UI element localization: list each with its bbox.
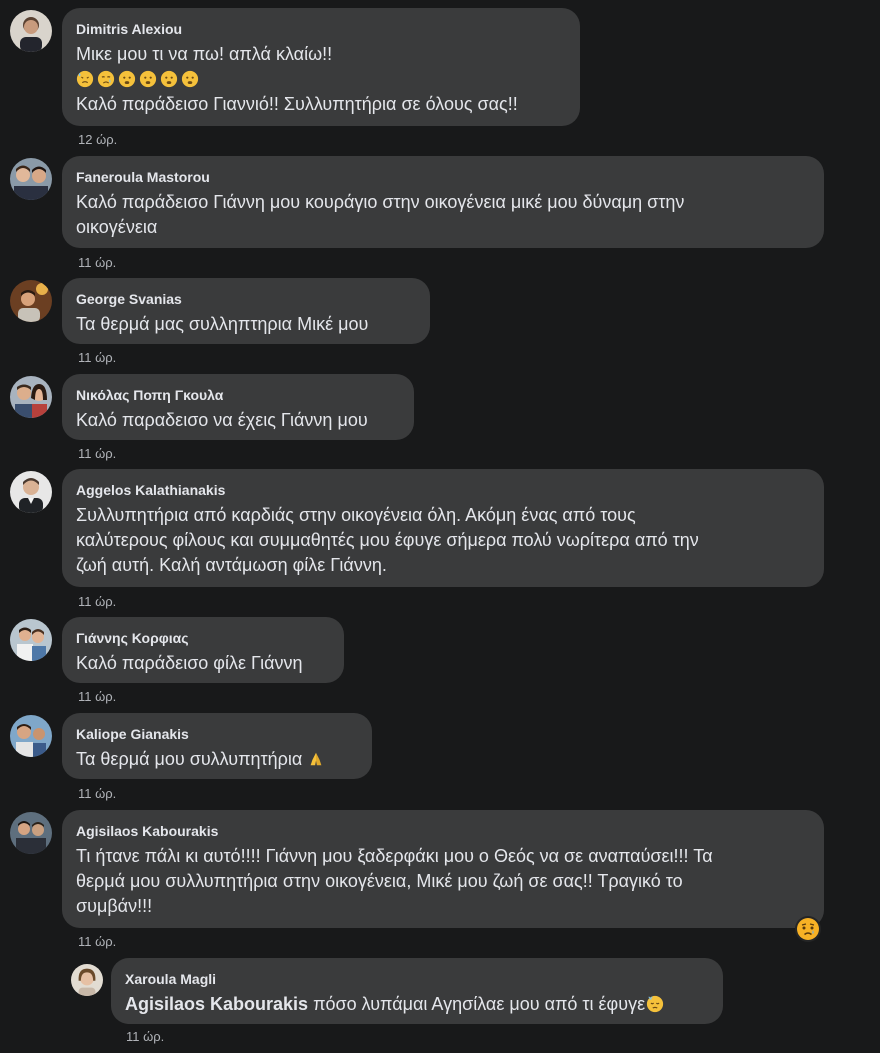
anguished-face-icon	[139, 70, 157, 88]
comment-author[interactable]: Agisilaos Kabourakis	[76, 822, 810, 840]
avatar[interactable]	[10, 715, 52, 757]
reply-line-text: πόσο λυπάμαι Αγησίλαε μου από τι έφυγε	[313, 994, 646, 1014]
comment-text: Τι ήτανε πάλι κι αυτό!!!! Γιάννη μου ξαδ…	[76, 844, 810, 919]
comment-bubble: Faneroula Mastorou Καλό παράδεισο Γιάννη…	[62, 156, 824, 248]
comment-author[interactable]: Aggelos Kalathianakis	[76, 481, 810, 499]
reply-bubble: Xaroula Magli Agisilaos Kabourakis πόσο …	[111, 958, 723, 1024]
comment-bubble: Agisilaos Kabourakis Τι ήτανε πάλι κι αυ…	[62, 810, 824, 928]
comment-timestamp[interactable]: 11 ώρ.	[78, 350, 116, 366]
comment-line: Καλό παράδεισο Γιαννιό!! Συλλυπητήρια σε…	[76, 94, 518, 114]
comment-author[interactable]: Νικόλας Ποπη Γκουλα	[76, 386, 400, 404]
mention-link[interactable]: Agisilaos Kabourakis	[125, 994, 308, 1014]
comment-text: Καλό παραδεισο να έχεις Γιάννη μου	[76, 408, 400, 433]
avatar[interactable]	[10, 10, 52, 52]
comment-thread: Dimitris Alexiou Μικε μου τι να πω! απλά…	[0, 0, 880, 1053]
avatar[interactable]	[10, 158, 52, 200]
comment-bubble: Νικόλας Ποπη Γκουλα Καλό παραδεισο να έχ…	[62, 374, 414, 440]
comment-timestamp[interactable]: 11 ώρ.	[78, 934, 116, 950]
reply-text: Agisilaos Kabourakis πόσο λυπάμαι Αγησίλ…	[125, 992, 709, 1017]
comment-line-text: Τα θερμά μου συλλυπητήρια	[76, 749, 303, 769]
comment-author[interactable]: Kaliope Gianakis	[76, 725, 358, 743]
comment-line: Καλό παραδεισο να έχεις Γιάννη μου	[76, 410, 368, 430]
comment-author[interactable]: George Svanias	[76, 290, 416, 308]
anguished-face-icon	[118, 70, 136, 88]
comment-bubble: Dimitris Alexiou Μικε μου τι να πω! απλά…	[62, 8, 580, 126]
reply-timestamp[interactable]: 11 ώρ.	[126, 1029, 164, 1045]
comment-text: Καλό παράδεισο φίλε Γιάννη	[76, 651, 330, 676]
reply-line: Agisilaos Kabourakis πόσο λυπάμαι Αγησίλ…	[125, 992, 709, 1017]
comment-author[interactable]: Γιάννης Κορφιας	[76, 629, 330, 647]
comment-text: Μικε μου τι να πω! απλά κλαίω!! Καλό παρ…	[76, 42, 566, 117]
comment-bubble: Γιάννης Κορφιας Καλό παράδεισο φίλε Γιάν…	[62, 617, 344, 683]
avatar[interactable]	[10, 619, 52, 661]
comment-timestamp[interactable]: 11 ώρ.	[78, 689, 116, 705]
comment-line: Τα θερμά μου συλλυπητήρια	[76, 747, 358, 772]
comment-line: ζωή αυτή. Καλή αντάμωση φίλε Γιάννη.	[76, 555, 387, 575]
comment-line: θερμά μου συλλυπητήρια στην οικογένεια, …	[76, 871, 683, 891]
comment-text: Τα θερμά μας συλληπτηρια Μικέ μου	[76, 312, 416, 337]
comment-line: Καλό παράδεισο Γιάννη μου κουράγιο στην …	[76, 192, 685, 212]
comment-text: Τα θερμά μου συλλυπητήρια	[76, 747, 358, 772]
sad-reaction-icon[interactable]	[795, 916, 821, 942]
comment-bubble: George Svanias Τα θερμά μας συλληπτηρια …	[62, 278, 430, 344]
reply-author[interactable]: Xaroula Magli	[125, 970, 709, 988]
anguished-face-icon	[160, 70, 178, 88]
comment-author[interactable]: Dimitris Alexiou	[76, 20, 566, 38]
downcast-sweat-face-icon	[76, 70, 94, 88]
avatar[interactable]	[10, 812, 52, 854]
comment-line: Μικε μου τι να πω! απλά κλαίω!!	[76, 44, 333, 64]
emoji-row	[76, 67, 566, 92]
anguished-face-icon	[181, 70, 199, 88]
folded-hands-icon	[307, 750, 325, 768]
comment-timestamp[interactable]: 11 ώρ.	[78, 446, 116, 462]
crying-face-icon	[97, 70, 115, 88]
comment-text: Συλλυπητήρια από καρδιάς στην οικογένεια…	[76, 503, 810, 578]
comment-line: συμβάν!!!	[76, 896, 153, 916]
avatar[interactable]	[10, 471, 52, 513]
comment-timestamp[interactable]: 11 ώρ.	[78, 255, 116, 271]
sad-relieved-face-icon	[646, 995, 664, 1013]
comment-timestamp[interactable]: 11 ώρ.	[78, 594, 116, 610]
avatar[interactable]	[10, 376, 52, 418]
avatar[interactable]	[71, 964, 103, 996]
comment-text: Καλό παράδεισο Γιάννη μου κουράγιο στην …	[76, 190, 810, 240]
comment-line: Τα θερμά μας συλληπτηρια Μικέ μου	[76, 314, 369, 334]
comment-bubble: Kaliope Gianakis Τα θερμά μου συλλυπητήρ…	[62, 713, 372, 779]
comment-line: Τι ήτανε πάλι κι αυτό!!!! Γιάννη μου ξαδ…	[76, 846, 713, 866]
comment-timestamp[interactable]: 11 ώρ.	[78, 786, 116, 802]
avatar[interactable]	[10, 280, 52, 322]
comment-author[interactable]: Faneroula Mastorou	[76, 168, 810, 186]
comment-line: Συλλυπητήρια από καρδιάς στην οικογένεια…	[76, 505, 636, 525]
comment-line: οικογένεια	[76, 217, 158, 237]
comment-timestamp[interactable]: 12 ώρ.	[78, 132, 117, 148]
comment-line: καλύτερους φίλους και συμμαθητές μου έφυ…	[76, 530, 699, 550]
comment-bubble: Aggelos Kalathianakis Συλλυπητήρια από κ…	[62, 469, 824, 587]
comment-line: Καλό παράδεισο φίλε Γιάννη	[76, 653, 303, 673]
